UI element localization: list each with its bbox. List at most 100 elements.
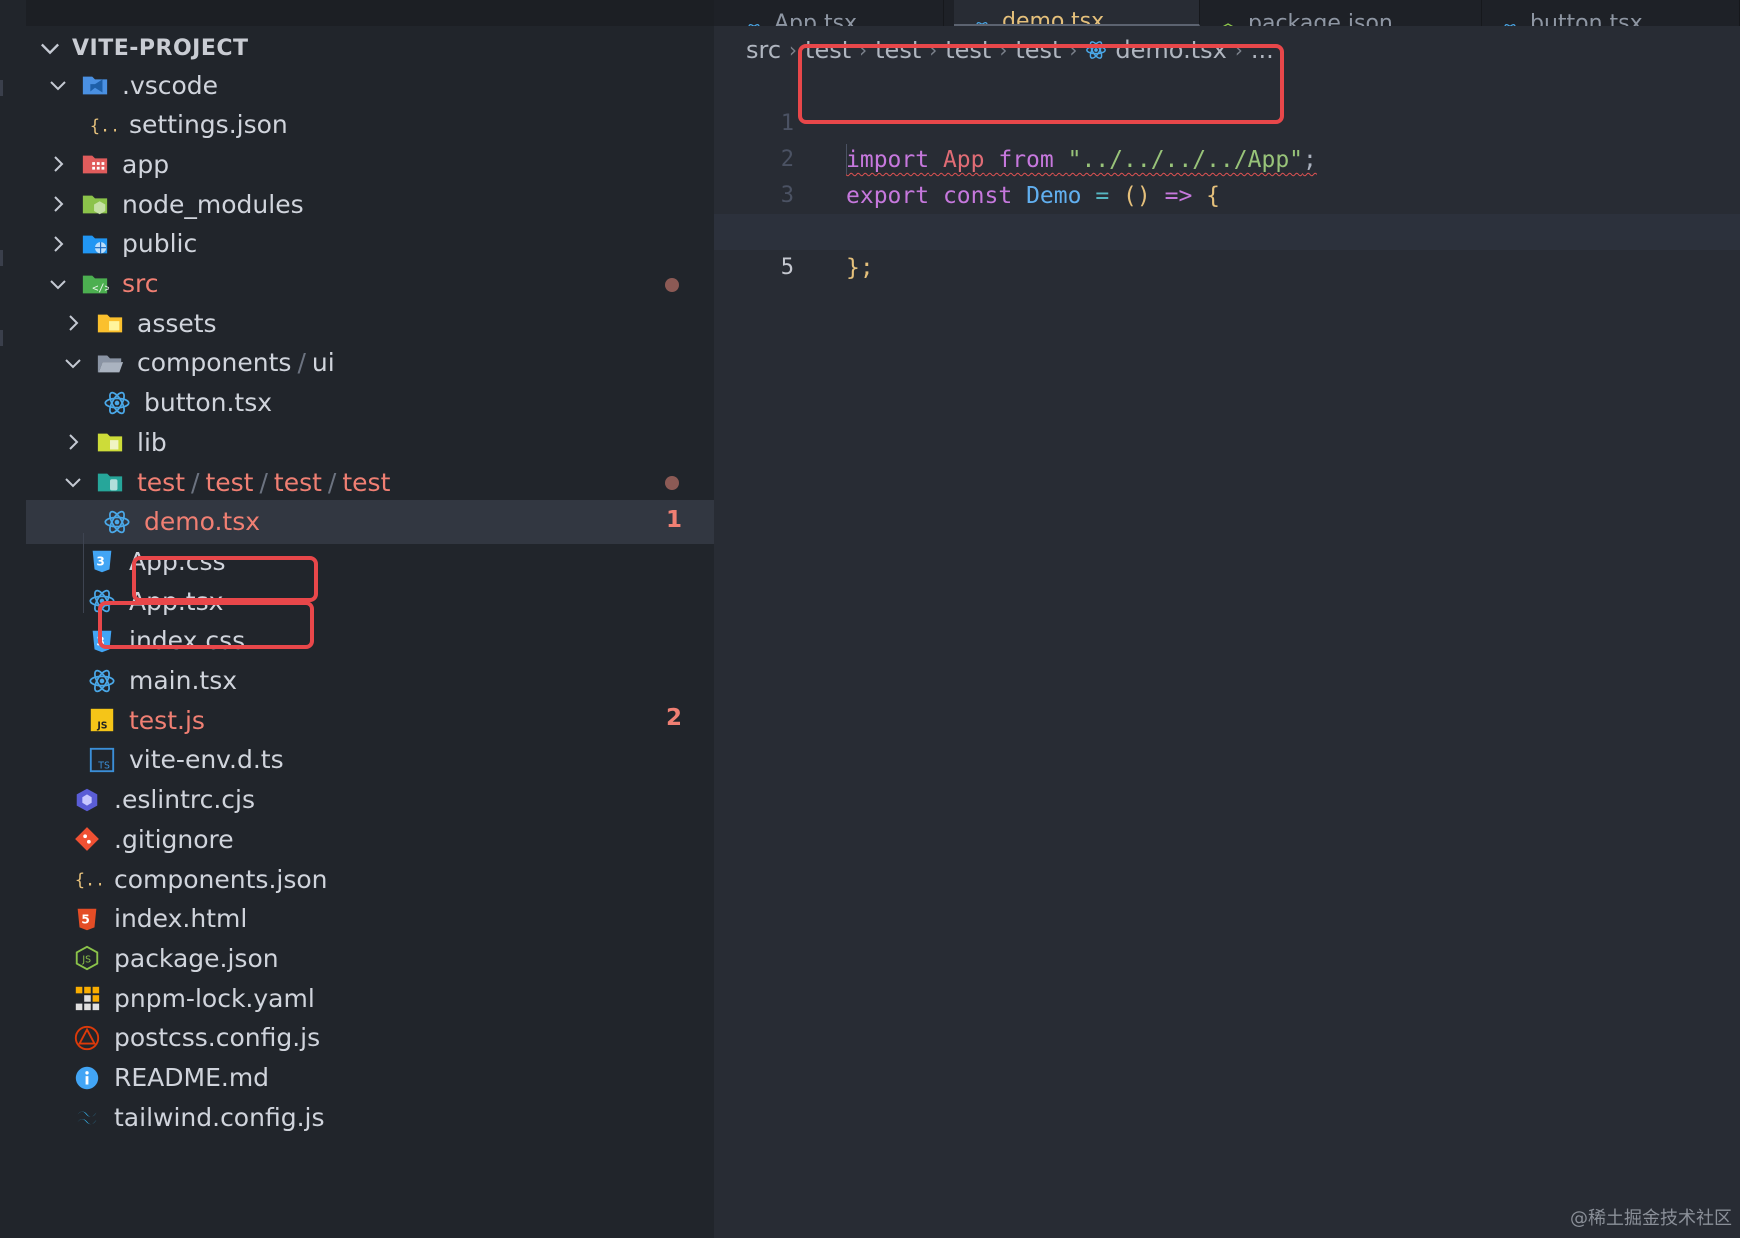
tree-item-label: .eslintrc.cjs xyxy=(114,785,256,815)
editor-tab[interactable]: demo.tsx xyxy=(954,0,1200,26)
public-folder-icon xyxy=(80,229,110,259)
project-title: VITE-PROJECT xyxy=(72,35,249,61)
tree-item-label: .gitignore xyxy=(114,824,234,854)
activity-indicator xyxy=(0,330,3,346)
code-line-current: 5 xyxy=(714,214,1740,280)
test-folder-icon xyxy=(95,467,125,497)
tab-label: demo.tsx xyxy=(1002,9,1105,26)
code-line: 3 return App; xyxy=(714,142,1740,245)
tree-item[interactable]: lib xyxy=(26,420,714,464)
breadcrumb-more[interactable]: ... xyxy=(1251,36,1274,64)
json-braces-icon: {..} xyxy=(87,110,117,140)
chevron-down-icon[interactable] xyxy=(44,270,72,298)
chevron-right-icon[interactable] xyxy=(44,150,72,178)
tree-item-label: postcss.config.js xyxy=(114,1023,321,1053)
node-icon: JS xyxy=(72,943,102,973)
chevron-right-icon[interactable] xyxy=(59,428,87,456)
activity-indicator xyxy=(0,250,3,266)
breadcrumb-item[interactable]: test xyxy=(805,36,851,64)
tree-item[interactable]: .vscode xyxy=(26,63,714,107)
css-icon: 3 xyxy=(87,546,117,576)
breadcrumb: src › test › test › test › test › demo.t… xyxy=(746,32,1274,68)
folder-open-icon xyxy=(95,348,125,378)
path-segment: test xyxy=(205,467,254,497)
tree-item[interactable]: </> src xyxy=(26,262,714,306)
svg-text:3: 3 xyxy=(96,634,104,648)
breadcrumb-item[interactable]: test xyxy=(945,36,991,64)
tree-item[interactable]: components / ui xyxy=(26,341,714,385)
path-separator: / xyxy=(259,467,268,497)
modified-dot xyxy=(665,277,679,292)
breadcrumb-item[interactable]: src xyxy=(746,36,781,64)
tailwind-icon xyxy=(72,1102,102,1132)
tree-item-label: README.md xyxy=(114,1063,270,1092)
tree-item[interactable]: 3 index.css xyxy=(26,619,714,663)
tree-item-label: vite-env.d.ts xyxy=(129,745,284,775)
editor-tab[interactable]: JS package.json xyxy=(1200,0,1482,26)
tree-item-label: main.tsx xyxy=(129,666,238,695)
chevron-right-icon: › xyxy=(1234,38,1243,62)
eslint-icon xyxy=(72,785,102,815)
react-icon xyxy=(102,388,132,418)
breadcrumb-item[interactable]: test xyxy=(875,36,921,64)
tree-item[interactable]: test / test / test / test xyxy=(26,460,714,504)
tree-item[interactable]: app xyxy=(26,142,714,186)
tree-item[interactable]: JS package.json xyxy=(26,936,714,980)
app-folder-icon xyxy=(80,149,110,179)
tree-item[interactable]: {..} components.json xyxy=(26,857,714,901)
react-icon xyxy=(102,507,132,537)
path-segment: test xyxy=(273,467,322,497)
vscode-folder-icon xyxy=(80,70,110,100)
sidebar-title-bar xyxy=(26,0,714,26)
chevron-right-icon: › xyxy=(999,38,1008,62)
svg-text:TS: TS xyxy=(97,760,110,771)
tree-item[interactable]: App.tsx xyxy=(26,579,714,623)
tree-item[interactable]: .eslintrc.cjs xyxy=(26,778,714,822)
tree-item[interactable]: node_modules xyxy=(26,182,714,226)
tree-item[interactable]: pnpm-lock.yaml xyxy=(26,976,714,1020)
tree-item[interactable]: {..} settings.json xyxy=(26,103,714,147)
tree-item[interactable]: TS vite-env.d.ts xyxy=(26,738,714,782)
tree-item[interactable]: 3 App.css xyxy=(26,539,714,583)
path-segment: components xyxy=(137,348,292,378)
tree-item[interactable]: JS test.js 2 xyxy=(26,698,714,742)
indent-guide xyxy=(83,533,84,613)
chevron-down-icon[interactable] xyxy=(59,349,87,377)
tree-item[interactable]: button.tsx xyxy=(26,381,714,425)
chevron-right-icon[interactable] xyxy=(44,190,72,218)
tree-item[interactable]: postcss.config.js xyxy=(26,1016,714,1060)
svg-text:JS: JS xyxy=(96,721,107,732)
chevron-right-icon[interactable] xyxy=(44,230,72,258)
tree-item[interactable]: demo.tsx 1 xyxy=(26,499,714,544)
tree-item[interactable]: README.md xyxy=(26,1056,714,1100)
react-icon xyxy=(972,20,992,24)
chevron-right-icon[interactable] xyxy=(59,309,87,337)
chevron-down-icon xyxy=(41,43,59,55)
tree-item[interactable]: .gitignore xyxy=(26,817,714,861)
tree-item[interactable]: main.tsx xyxy=(26,659,714,703)
chevron-down-icon[interactable] xyxy=(59,468,87,496)
brace: }; xyxy=(846,255,874,281)
modified-dot xyxy=(665,476,679,490)
path-segment: test xyxy=(342,467,391,497)
tree-item-label: public xyxy=(122,229,198,259)
tree-item[interactable]: tailwind.config.js xyxy=(26,1095,714,1139)
tree-item[interactable]: assets xyxy=(26,301,714,345)
svg-text:{..}: {..} xyxy=(90,115,116,135)
chevron-right-icon: › xyxy=(789,38,798,62)
tree-item[interactable]: 5 index.html xyxy=(26,897,714,941)
json-braces-icon: {..} xyxy=(72,864,102,894)
editor-tab[interactable]: button.tsx xyxy=(1482,0,1740,26)
chevron-right-icon: › xyxy=(929,38,938,62)
lib-folder-icon xyxy=(95,427,125,457)
explorer-section-header[interactable]: VITE-PROJECT xyxy=(26,28,714,68)
tree-item-label: components / ui xyxy=(137,348,335,377)
editor-tab[interactable]: App.tsx xyxy=(714,0,944,26)
problem-count-badge: 2 xyxy=(666,705,683,732)
breadcrumb-item[interactable]: test xyxy=(1015,36,1061,64)
chevron-down-icon[interactable] xyxy=(44,71,72,99)
breadcrumb-file[interactable]: demo.tsx xyxy=(1115,36,1226,64)
tab-label: package.json xyxy=(1248,11,1393,26)
path-segment: test xyxy=(137,467,186,497)
tree-item[interactable]: public xyxy=(26,222,714,266)
